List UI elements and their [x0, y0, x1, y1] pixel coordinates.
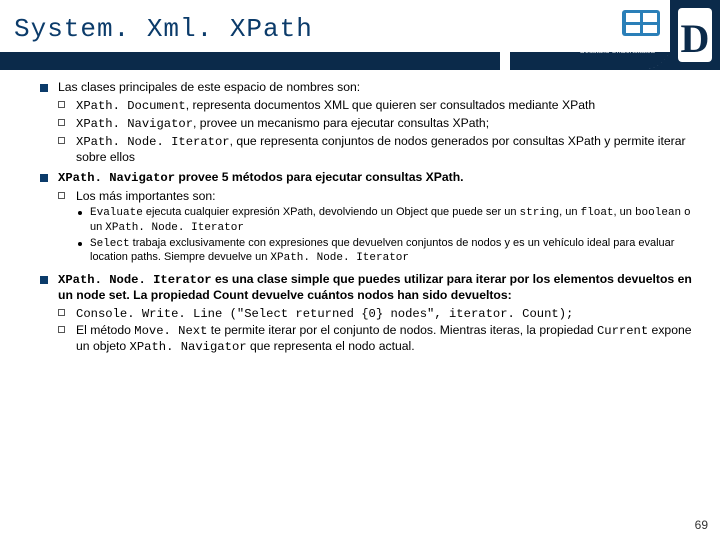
detail-select: Select trabaja exclusivamente con expres…	[76, 237, 696, 266]
bullet-classes-text: Las clases principales de este espacio d…	[58, 80, 360, 94]
item-importantes: Los más importantes son: Evaluate ejecut…	[58, 189, 696, 266]
slide-body: Las clases principales de este espacio d…	[0, 70, 720, 355]
svg-text:D: D	[681, 16, 710, 61]
item-xpathnavigator: XPath. Navigator, provee un mecanismo pa…	[58, 116, 696, 132]
item-xpathnodeiterator: XPath. Node. Iterator, que representa co…	[58, 134, 696, 165]
university-logo: D Universidad de Deusto Deustuko Unibert…	[520, 0, 720, 70]
title-underline	[0, 52, 500, 70]
logo-text-bottom: Deustuko Unibertsitatea	[580, 48, 655, 56]
item-console-code: Console. Write. Line ("Select returned {…	[58, 306, 696, 322]
item-xpathdocument: XPath. Document, representa documentos X…	[58, 98, 696, 114]
bullet-iterator: XPath. Node. Iterator es una clase simpl…	[40, 272, 696, 355]
slide-header: System. Xml. XPath D Universidad de Deus…	[0, 0, 720, 70]
item-movenext: El método Move. Next te permite iterar p…	[58, 323, 696, 355]
detail-evaluate: Evaluate ejecuta cualquier expresión XPa…	[76, 206, 696, 235]
logo-text-top: Universidad de Deusto	[580, 40, 655, 48]
bullet-navigator: XPath. Navigator provee 5 métodos para e…	[40, 170, 696, 265]
page-number: 69	[695, 518, 708, 532]
bullet-classes: Las clases principales de este espacio d…	[40, 80, 696, 164]
